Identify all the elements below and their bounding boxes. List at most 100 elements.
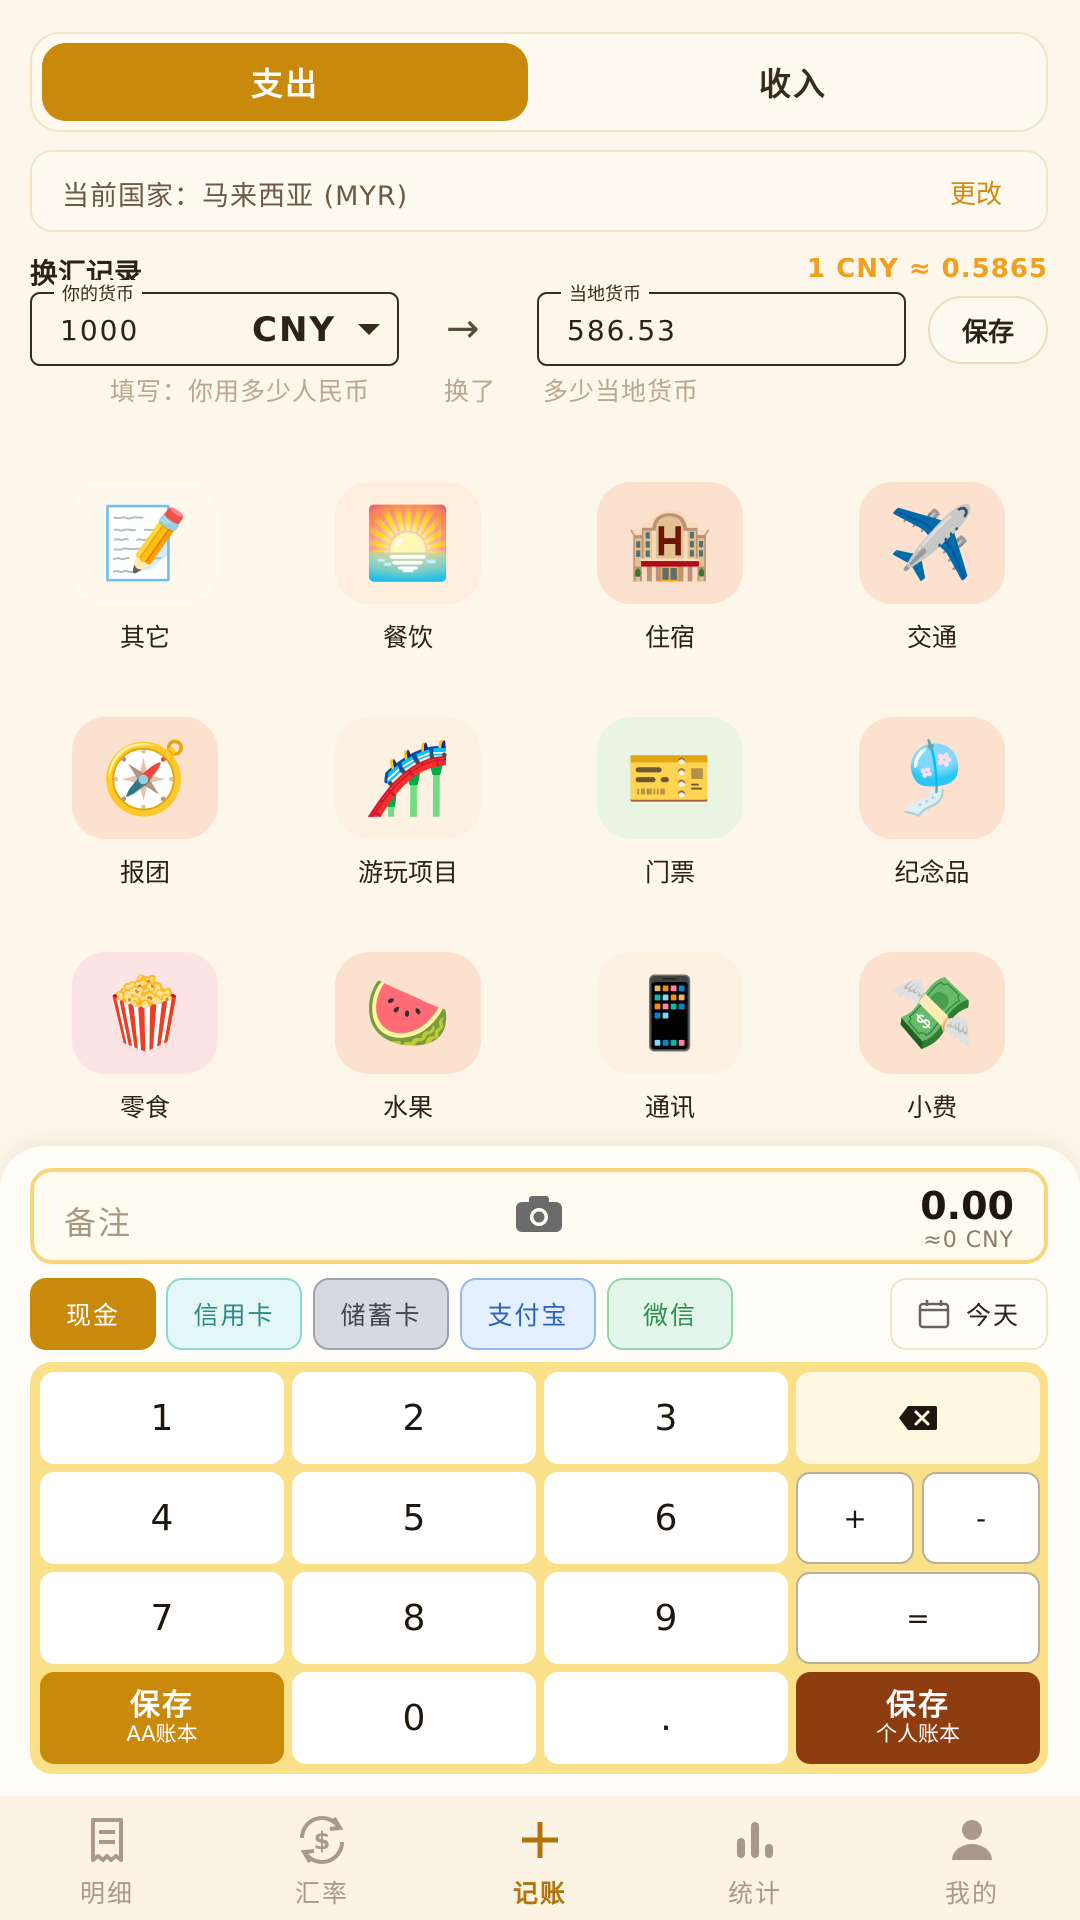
- save-aa-label: 保存: [130, 1688, 194, 1723]
- save-aa-sublabel: AA账本: [126, 1722, 198, 1746]
- nav-record[interactable]: 记账: [465, 1810, 615, 1910]
- category-label: 门票: [644, 858, 695, 887]
- local-currency-field[interactable]: 当地货币 586.53: [537, 280, 906, 366]
- category-label: 游玩项目: [357, 858, 458, 887]
- roller-coaster-icon: 🎢: [335, 717, 481, 839]
- save-exchange-button[interactable]: 保存: [928, 296, 1048, 364]
- category-label: 零食: [119, 1093, 170, 1122]
- your-currency-field[interactable]: 你的货币 1000 CNY: [30, 280, 399, 366]
- key-4[interactable]: 4: [40, 1472, 284, 1564]
- watermelon-icon: 🍉: [335, 952, 481, 1074]
- chevron-down-icon[interactable]: [358, 324, 380, 335]
- amount-cny-display: ≈0 CNY: [923, 1228, 1014, 1253]
- category-label: 水果: [382, 1093, 433, 1122]
- bottom-nav: 明细 $ 汇率 记账 统计 我的: [0, 1796, 1080, 1920]
- category-money-wings[interactable]: 💸 小费: [847, 952, 1017, 1124]
- nav-record-label: 记账: [512, 1879, 567, 1908]
- pay-credit-chip[interactable]: 信用卡: [166, 1278, 302, 1350]
- hint-your-amount: 填写：你用多少人民币: [110, 377, 371, 406]
- memo-icon: 📝: [72, 482, 218, 604]
- save-aa-button[interactable]: 保存 AA账本: [40, 1672, 284, 1764]
- plus-button[interactable]: +: [796, 1472, 914, 1564]
- nav-rates[interactable]: $ 汇率: [247, 1810, 397, 1910]
- category-wind-chime[interactable]: 🎐 纪念品: [847, 717, 1017, 889]
- receipt-icon: [91, 1818, 123, 1862]
- save-personal-button[interactable]: 保存 个人账本: [796, 1672, 1040, 1764]
- svg-text:$: $: [314, 1827, 331, 1855]
- calendar-icon: [918, 1300, 950, 1329]
- category-label: 住宿: [644, 623, 695, 652]
- nav-details[interactable]: 明细: [32, 1810, 182, 1910]
- backspace-button[interactable]: [796, 1372, 1040, 1464]
- key-3[interactable]: 3: [544, 1372, 788, 1464]
- key-2[interactable]: 2: [292, 1372, 536, 1464]
- key-6[interactable]: 6: [544, 1472, 788, 1564]
- memo-field[interactable]: 备注 0.00 ≈0 CNY: [30, 1168, 1048, 1264]
- category-memo[interactable]: 📝 其它: [60, 482, 230, 654]
- arrow-right-icon: →: [446, 306, 480, 352]
- category-ticket[interactable]: 🎫 门票: [585, 717, 755, 889]
- category-watermelon[interactable]: 🍉 水果: [323, 952, 493, 1124]
- pay-wechat-chip[interactable]: 微信: [607, 1278, 733, 1350]
- category-compass[interactable]: 🧭 报团: [60, 717, 230, 889]
- nav-details-label: 明细: [79, 1879, 134, 1908]
- popcorn-icon: 🍿: [72, 952, 218, 1074]
- key-0[interactable]: 0: [292, 1672, 536, 1764]
- hint-local-amount: 多少当地货币: [543, 377, 700, 406]
- save-personal-label: 保存: [886, 1688, 950, 1723]
- your-currency-label: 你的货币: [54, 280, 142, 306]
- key-9[interactable]: 9: [544, 1572, 788, 1664]
- local-currency-label: 当地货币: [561, 280, 649, 306]
- key-1[interactable]: 1: [40, 1372, 284, 1464]
- equals-button[interactable]: =: [796, 1572, 1040, 1664]
- save-personal-sublabel: 个人账本: [876, 1722, 960, 1746]
- date-picker-button[interactable]: 今天: [890, 1278, 1048, 1350]
- minus-button[interactable]: -: [922, 1472, 1040, 1564]
- currency-exchange-icon: $: [300, 1816, 344, 1864]
- day-night-icon: 🌅: [335, 482, 481, 604]
- category-label: 报团: [119, 858, 170, 887]
- type-toggle: 支出 收入: [30, 32, 1048, 132]
- money-wings-icon: 💸: [859, 952, 1005, 1074]
- category-mobile-phone[interactable]: 📱 通讯: [585, 952, 755, 1124]
- currency-select[interactable]: CNY: [252, 310, 336, 350]
- category-label: 小费: [906, 1093, 957, 1122]
- keypad: 1 2 3 4 5 6 + - 7 8 9 = 保存 AA账本 0 . 保存 个…: [30, 1362, 1048, 1774]
- pay-cash-chip[interactable]: 现金: [30, 1278, 156, 1350]
- nav-rates-label: 汇率: [294, 1879, 349, 1908]
- income-tab[interactable]: 收入: [550, 43, 1036, 121]
- nav-stats[interactable]: 统计: [680, 1810, 830, 1910]
- camera-icon[interactable]: [514, 1194, 564, 1234]
- compass-icon: 🧭: [72, 717, 218, 839]
- plus-icon: [522, 1822, 558, 1858]
- category-label: 纪念品: [894, 858, 970, 887]
- key-8[interactable]: 8: [292, 1572, 536, 1664]
- current-country-text: 当前国家：马来西亚 (MYR): [62, 181, 409, 212]
- user-icon: [952, 1820, 992, 1860]
- wind-chime-icon: 🎐: [859, 717, 1005, 839]
- ticket-icon: 🎫: [597, 717, 743, 839]
- nav-me-label: 我的: [944, 1879, 999, 1908]
- category-day-night[interactable]: 🌅 餐饮: [323, 482, 493, 654]
- exchange-rate: 1 CNY ≈ 0.5865: [806, 254, 1048, 284]
- pay-alipay-chip[interactable]: 支付宝: [460, 1278, 596, 1350]
- key-dot[interactable]: .: [544, 1672, 788, 1764]
- category-transport[interactable]: ✈️ 交通: [847, 482, 1017, 654]
- your-amount-value[interactable]: 1000: [60, 314, 139, 347]
- pay-debit-chip[interactable]: 储蓄卡: [313, 1278, 449, 1350]
- category-label: 通讯: [644, 1093, 695, 1122]
- hint-exchanged: 换了: [444, 377, 497, 406]
- hotel-icon: 🏨: [597, 482, 743, 604]
- memo-input[interactable]: 备注: [64, 1198, 132, 1244]
- nav-stats-label: 统计: [727, 1879, 782, 1908]
- change-country-button[interactable]: 更改: [950, 174, 1002, 211]
- expense-tab[interactable]: 支出: [42, 43, 528, 121]
- local-amount-value[interactable]: 586.53: [567, 314, 677, 347]
- key-5[interactable]: 5: [292, 1472, 536, 1564]
- category-roller-coaster[interactable]: 🎢 游玩项目: [323, 717, 493, 889]
- category-hotel[interactable]: 🏨 住宿: [585, 482, 755, 654]
- category-popcorn[interactable]: 🍿 零食: [60, 952, 230, 1124]
- key-7[interactable]: 7: [40, 1572, 284, 1664]
- nav-me[interactable]: 我的: [897, 1810, 1047, 1910]
- current-country-card: 当前国家：马来西亚 (MYR) 更改: [30, 150, 1048, 232]
